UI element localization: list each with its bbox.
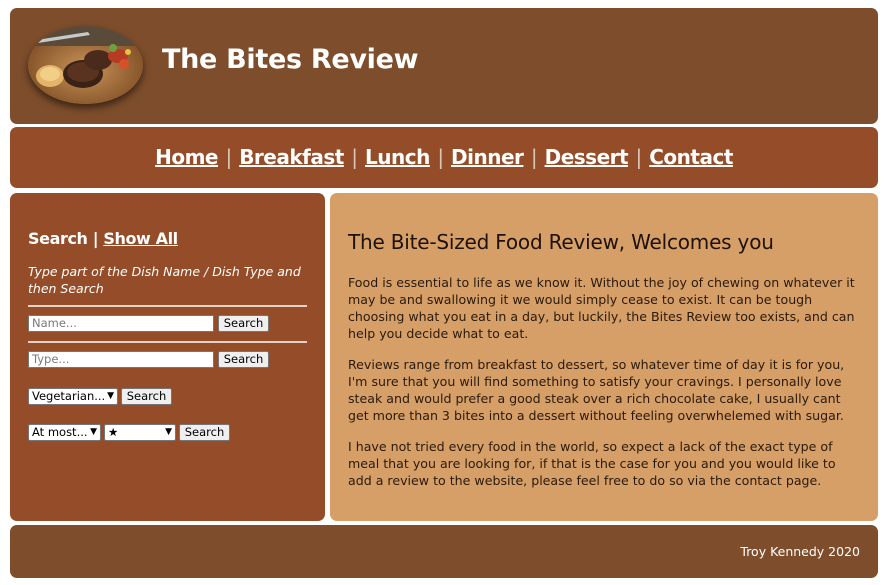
search-heading: Search | Show All [28,229,178,248]
contact-paragraph: I have not tried every food in the world… [348,439,836,488]
heading-separator: | [92,229,99,248]
nav-link-dessert[interactable]: Dessert [545,145,629,169]
price-select[interactable]: At most... ▼ [28,424,101,441]
page-heading: The Bite-Sized Food Review, Welcomes you [348,230,774,254]
intro-paragraph: Food is essential to life as we know it.… [348,275,855,341]
divider [28,341,307,343]
rating-search-button[interactable]: Search [179,424,230,441]
search-label: Search [28,229,88,248]
rating-select-value: ★ [108,425,119,439]
divider [28,305,307,307]
logo-image [28,26,143,104]
diet-search-button[interactable]: Search [121,388,172,405]
type-search-input[interactable]: Type... [28,351,214,368]
rating-select[interactable]: ★ ▼ [104,424,176,441]
site-header: The Bites Review [10,8,878,124]
diet-select[interactable]: Vegetarian... ▼ [28,388,118,405]
diet-select-value: Vegetarian... [32,389,106,403]
search-sidebar: Search | Show All Type part of the Dish … [10,193,325,521]
price-select-value: At most... [32,425,88,439]
chevron-down-icon: ▼ [90,427,97,437]
type-search-button[interactable]: Search [218,351,269,368]
nav-separator: | [635,145,643,169]
nav-link-contact[interactable]: Contact [649,145,733,169]
welcome-content: The Bite-Sized Food Review, Welcomes you… [330,193,878,521]
show-all-link[interactable]: Show All [103,229,178,248]
nav-link-home[interactable]: Home [155,145,218,169]
site-footer: Troy Kennedy 2020 [10,525,878,578]
site-title: The Bites Review [162,44,419,75]
nav-link-lunch[interactable]: Lunch [365,145,430,169]
search-hint: Type part of the Dish Name / Dish Type a… [28,264,301,296]
reviews-paragraph: Reviews range from breakfast to dessert,… [348,357,845,423]
copyright-text: Troy Kennedy 2020 [740,544,860,559]
nav-link-breakfast[interactable]: Breakfast [239,145,344,169]
chevron-down-icon: ▼ [107,391,114,401]
nav-link-dinner[interactable]: Dinner [451,145,524,169]
chevron-down-icon: ▼ [165,427,172,437]
main-nav: Home | Breakfast | Lunch | Dinner | Dess… [10,127,878,188]
name-search-input[interactable]: Name... [28,315,214,332]
nav-separator: | [530,145,538,169]
nav-separator: | [225,145,232,169]
nav-separator: | [437,145,444,169]
nav-separator: | [351,145,358,169]
name-search-button[interactable]: Search [218,315,269,332]
